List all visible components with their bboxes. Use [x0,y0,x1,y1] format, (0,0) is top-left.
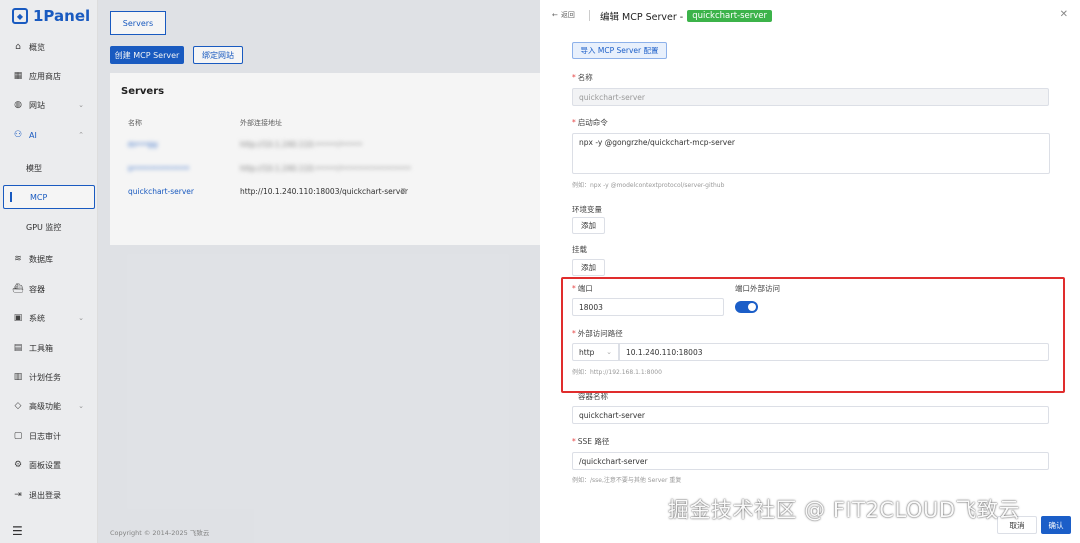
toggle-knob [748,303,756,311]
close-icon[interactable]: ✕ [1060,9,1068,20]
sse-hint: 例如：/sse,注意不要与其他 Server 重复 [572,477,682,484]
confirm-button[interactable]: 确认 [1041,516,1071,534]
mount-label: 挂载 [572,245,587,254]
add-env-button[interactable]: 添加 [572,217,605,234]
header-divider [589,10,590,21]
env-label: 环境变量 [572,205,602,214]
drawer-title: 编辑 MCP Server - quickchart-server [600,9,773,23]
command-textarea[interactable]: npx -y @gongrzhe/quickchart-mcp-server [572,133,1050,174]
sse-input[interactable]: /quickchart-server [572,452,1049,470]
external-access-toggle[interactable] [735,301,758,313]
command-label: * 启动命令 [572,118,608,127]
back-button[interactable]: ← 返回 [552,10,575,20]
watermark: 掘金技术社区 @ FIT2CLOUD飞致云 [668,498,1020,522]
container-label: 容器名称 [578,392,608,401]
sse-label: * SSE 路径 [572,437,610,446]
chevron-down-icon: ⌄ [606,348,612,356]
server-name-tag: quickchart-server [687,10,773,22]
protocol-value: http [579,347,595,357]
path-hint: 例如：http://192.168.1.1:8000 [572,369,662,376]
container-input[interactable]: quickchart-server [572,406,1049,424]
back-label: 返回 [560,11,575,19]
host-input[interactable]: 10.1.240.110:18003 [619,343,1049,361]
arrow-left-icon: ← [552,11,558,19]
command-hint: 例如：npx -y @modelcontextprotocol/server-g… [572,182,725,189]
drawer-title-text: 编辑 MCP Server - [600,12,684,23]
name-input[interactable]: quickchart-server [572,88,1049,106]
external-access-label: 端口外部访问 [735,284,780,293]
port-label: * 端口 [572,284,593,293]
name-label: * 名称 [572,73,593,82]
overlay-mask[interactable] [0,0,540,543]
add-mount-button[interactable]: 添加 [572,259,605,276]
external-path-label: * 外部访问路径 [572,329,623,338]
protocol-select[interactable]: http ⌄ [572,343,619,361]
port-input[interactable]: 18003 [572,298,724,316]
import-config-button[interactable]: 导入 MCP Server 配置 [572,42,667,59]
edit-mcp-drawer: ← 返回 编辑 MCP Server - quickchart-server ✕… [540,0,1080,543]
